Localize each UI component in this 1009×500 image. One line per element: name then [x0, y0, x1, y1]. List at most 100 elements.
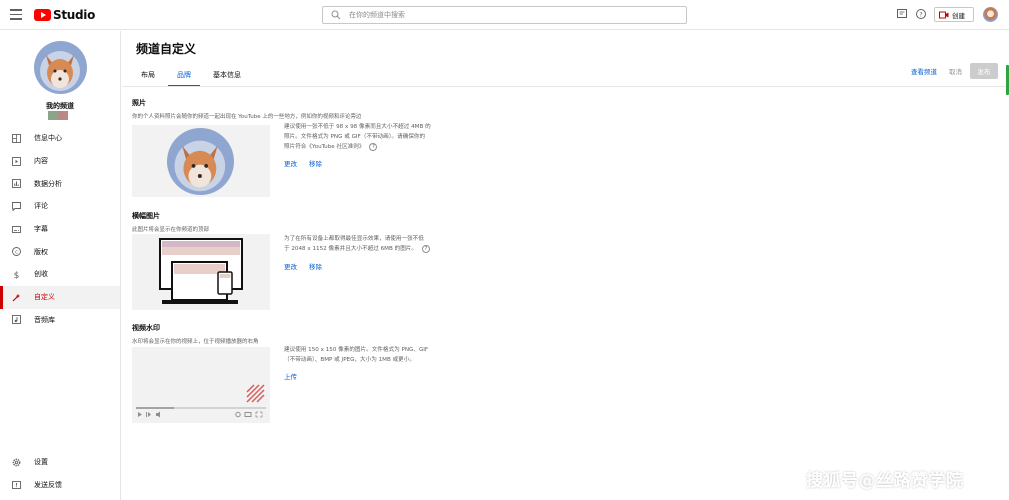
channel-name-swatch [48, 111, 68, 120]
banner-info-line: 于 2048 x 1152 像素并且大小不超过 6MB 的图片。 [284, 246, 417, 252]
page-title: 频道自定义 [136, 42, 197, 56]
sidebar-item-feedback[interactable]: 发送反馈 [0, 474, 120, 497]
sidebar-item-label: 内容 [34, 157, 48, 166]
tab-layout[interactable]: 布局 [132, 67, 164, 87]
banner-actions: 更改 移除 [284, 261, 334, 271]
publish-button[interactable]: 发布 [970, 63, 998, 79]
photo-preview [132, 125, 270, 197]
create-button[interactable]: 创建 [934, 7, 974, 22]
video-player-mockup [136, 384, 266, 418]
sidebar-item-label: 信息中心 [34, 134, 62, 143]
sidebar-item-content[interactable]: 内容 [0, 150, 120, 173]
help-icon[interactable]: ? [422, 244, 430, 253]
tabs: 布局 品牌 基本信息 [132, 67, 254, 87]
banner-info-line: 为了在所有设备上都取得最佳显示效果，请使用一张不低 [284, 236, 424, 242]
logo-text: Studio [53, 8, 96, 22]
copyright-icon: c [12, 247, 21, 257]
create-button-label: 创建 [952, 11, 965, 20]
sidebar-item-label: 发送反馈 [34, 481, 62, 490]
sidebar-item-dashboard[interactable]: 信息中心 [0, 127, 120, 150]
sidebar-item-label: 评论 [34, 202, 48, 211]
svg-text:?: ? [919, 10, 922, 18]
photo-change-button[interactable]: 更改 [284, 158, 297, 168]
photo-actions: 更改 移除 [284, 158, 334, 168]
tab-branding[interactable]: 品牌 [168, 67, 200, 87]
photo-info: 建议使用一张不低于 98 x 98 像素而且大小不超过 4MB 的 照片。文件格… [284, 122, 449, 152]
photo-section-title: 照片 [132, 99, 146, 107]
watermark-preview [132, 347, 270, 423]
photo-remove-button[interactable]: 移除 [309, 158, 322, 168]
hamburger-menu-icon[interactable] [10, 9, 22, 21]
banner-section-description: 此图片将会显示在你频道的顶部 [132, 227, 210, 233]
content-icon [12, 156, 21, 166]
svg-text:c: c [15, 250, 18, 256]
messages-icon[interactable] [896, 8, 908, 20]
cancel-button[interactable]: 取消 [949, 66, 962, 76]
banner-info: 为了在所有设备上都取得最佳显示效果，请使用一张不低 于 2048 x 1152 … [284, 234, 459, 254]
main-content: 频道自定义 布局 品牌 基本信息 查看频道 取消 发布 照片 你的个人资料照片会… [122, 31, 1009, 500]
watermark-info-line: 建议使用 150 x 150 像素的图片。文件格式为 PNG、GIF [284, 347, 429, 353]
help-icon[interactable]: ? [369, 142, 378, 151]
settings-icon [12, 458, 21, 467]
sidebar-item-label: 字幕 [34, 225, 48, 234]
svg-text:$: $ [14, 271, 20, 279]
subtitles-icon [12, 225, 21, 233]
feedback-icon [12, 480, 21, 489]
sidebar-item-subtitles[interactable]: 字幕 [0, 218, 120, 241]
comments-icon [12, 201, 21, 211]
sidebar-item-label: 创收 [34, 270, 48, 279]
photo-section: 照片 你的个人资料照片会随你的频道一起出现在 YouTube 上的一些地方，例如… [132, 98, 361, 120]
youtube-studio-logo[interactable]: Studio [34, 8, 95, 22]
video-camera-icon [939, 11, 949, 18]
search-icon [331, 10, 341, 20]
monetization-icon: $ [14, 271, 20, 279]
photo-section-description: 你的个人资料照片会随你的频道一起出现在 YouTube 上的一些地方，例如你的视… [132, 114, 362, 120]
device-mockup-illustration [159, 238, 243, 304]
banner-preview [132, 234, 270, 310]
banner-change-button[interactable]: 更改 [284, 261, 297, 271]
sidebar-item-settings[interactable]: 设置 [0, 451, 120, 474]
watermark-section: 视频水印 水印将会显示在你的视频上，位于视频播放器的右角 [132, 323, 259, 345]
sidebar-item-label: 音频库 [34, 315, 55, 324]
watermark-info-line: （不带动画）、BMP 或 JPEG，大小为 1MB 或更小。 [284, 357, 415, 363]
sidebar-item-label: 数据分析 [34, 179, 62, 188]
fox-avatar-image [34, 41, 87, 94]
audio-library-icon [12, 315, 21, 325]
watermark-upload-button[interactable]: 上传 [284, 371, 297, 381]
top-bar: Studio ? 创建 [0, 0, 1009, 30]
account-avatar[interactable] [983, 7, 998, 22]
help-icon[interactable]: ? [915, 8, 927, 20]
photo-info-line: 建议使用一张不低于 98 x 98 像素而且大小不超过 4MB 的 [284, 124, 431, 130]
sidebar: 我的频道 信息中心 内容 数据分析 评论 字幕 c 版权 $ 创收 自定义 音频… [0, 31, 121, 500]
sidebar-item-copyright[interactable]: c 版权 [0, 240, 120, 263]
header-actions: 查看频道 取消 发布 [911, 63, 998, 79]
banner-remove-button[interactable]: 移除 [309, 261, 322, 271]
channel-avatar[interactable] [34, 41, 87, 94]
sidebar-item-audio-library[interactable]: 音频库 [0, 309, 120, 332]
sidebar-bottom-nav: 设置 发送反馈 [0, 451, 120, 496]
banner-section-title: 横幅图片 [132, 212, 160, 220]
watermark-section-description: 水印将会显示在你的视频上，位于视频播放器的右角 [132, 339, 259, 345]
customization-icon [12, 293, 21, 302]
profile-photo-image [167, 128, 234, 195]
sidebar-nav: 信息中心 内容 数据分析 评论 字幕 c 版权 $ 创收 自定义 音频库 [0, 127, 120, 331]
sidebar-item-label: 自定义 [34, 293, 55, 302]
sidebar-item-comments[interactable]: 评论 [0, 195, 120, 218]
sidebar-item-monetization[interactable]: $ 创收 [0, 263, 120, 286]
photo-info-line: 照片符合《YouTube 社区准则》 [284, 144, 365, 150]
youtube-logo-icon [34, 9, 51, 21]
sidebar-item-customization[interactable]: 自定义 [0, 285, 120, 309]
watermark-info: 建议使用 150 x 150 像素的图片。文件格式为 PNG、GIF （不带动画… [284, 345, 459, 365]
dashboard-icon [12, 133, 21, 143]
banner-section: 横幅图片 此图片将会显示在你频道的顶部 [132, 211, 209, 233]
sidebar-item-label: 版权 [34, 247, 48, 256]
sidebar-item-analytics[interactable]: 数据分析 [0, 172, 120, 195]
brand-watermark-overlay: 搜狐号@丝路赞学院 [806, 471, 964, 491]
view-channel-link[interactable]: 查看频道 [911, 66, 937, 76]
sidebar-item-label: 设置 [34, 458, 48, 467]
tabs-divider [122, 86, 1009, 87]
tab-basic-info[interactable]: 基本信息 [204, 67, 250, 87]
search-box[interactable] [322, 6, 687, 24]
search-input[interactable] [349, 9, 669, 21]
watermark-actions: 上传 [284, 371, 309, 381]
